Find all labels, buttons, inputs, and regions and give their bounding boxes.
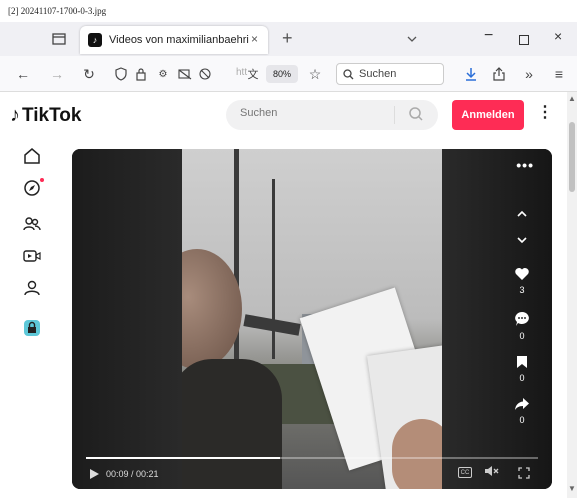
- scroll-up-icon[interactable]: ▲: [568, 94, 576, 103]
- heart-icon: [515, 268, 529, 280]
- comment-icon: [515, 312, 529, 326]
- progress-fill: [86, 457, 281, 459]
- share-icon[interactable]: [490, 65, 508, 83]
- following-icon[interactable]: [22, 214, 42, 234]
- back-arrow-icon[interactable]: ←: [14, 65, 32, 83]
- hamburger-menu-icon[interactable]: ≡: [550, 65, 568, 83]
- share-button[interactable]: 0: [504, 397, 540, 425]
- play-icon[interactable]: [88, 467, 100, 485]
- person-head: [182, 249, 242, 369]
- explore-compass-icon[interactable]: [22, 178, 42, 198]
- video-blur-left: [72, 149, 182, 489]
- lock-app-icon[interactable]: [22, 318, 42, 338]
- tabs-dropdown-chevron-icon[interactable]: [406, 31, 418, 49]
- next-video-button[interactable]: [504, 235, 540, 245]
- reload-icon[interactable]: ↻: [80, 65, 98, 83]
- save-count: 0: [519, 373, 525, 383]
- like-count: 3: [519, 285, 525, 295]
- bookmark-star-icon[interactable]: ☆: [306, 65, 324, 83]
- browser-nav-bar: ← → ↻ ⚙ htt 文 80% ☆ Suchen » ≡: [0, 56, 577, 92]
- browser-search-label: Suchen: [359, 68, 397, 80]
- window-maximize-button[interactable]: [519, 35, 529, 45]
- search-divider: [394, 106, 395, 124]
- share-count: 0: [519, 415, 525, 425]
- bookmark-icon: [517, 356, 527, 368]
- video-more-options-icon[interactable]: •••: [516, 157, 534, 173]
- mute-icon[interactable]: [484, 465, 500, 480]
- profile-icon[interactable]: [22, 278, 42, 298]
- tiktok-favicon-icon: ♪: [88, 33, 102, 47]
- tiktok-logo[interactable]: ♪ TikTok: [10, 104, 81, 127]
- pole-thin: [272, 179, 275, 359]
- fullscreen-icon[interactable]: [518, 466, 530, 484]
- tiktok-sidebar: [0, 138, 56, 498]
- window-close-button[interactable]: ×: [554, 28, 562, 44]
- notification-dot: [40, 178, 44, 182]
- tiktok-note-icon: ♪: [10, 104, 20, 126]
- image-caption: [2] 20241107-1700-0-3.jpg: [8, 6, 107, 16]
- tab-title: Videos von maximilianbaehring: [109, 34, 249, 46]
- captions-icon[interactable]: CC: [458, 467, 472, 478]
- browser-tab-active[interactable]: ♪ Videos von maximilianbaehring ×: [80, 26, 268, 54]
- zoom-level-badge[interactable]: 80%: [266, 65, 298, 83]
- screenshot: [2] 20241107-1700-0-3.jpg ♪ Videos von m…: [0, 0, 577, 498]
- new-tab-button[interactable]: +: [282, 28, 293, 49]
- live-icon[interactable]: [22, 246, 42, 266]
- browser-search-field[interactable]: Suchen: [336, 63, 444, 85]
- permissions-icon[interactable]: ⚙: [154, 65, 172, 83]
- tab-close-icon[interactable]: ×: [251, 32, 258, 46]
- video-frame: [182, 149, 442, 489]
- share-arrow-icon: [515, 398, 529, 410]
- lock-icon[interactable]: [132, 65, 150, 83]
- more-options-icon[interactable]: ⋮: [537, 102, 553, 122]
- tiktok-search-input[interactable]: [240, 107, 390, 119]
- chevron-up-icon: [517, 210, 527, 217]
- save-button[interactable]: 0: [504, 355, 540, 383]
- tiktok-search-bar[interactable]: [226, 100, 438, 130]
- video-time: 00:09 / 00:21: [106, 469, 159, 479]
- forward-arrow-icon[interactable]: →: [48, 65, 66, 83]
- tiktok-header: ♪ TikTok Anmelden ⋮: [0, 92, 567, 138]
- overflow-chevrons-icon[interactable]: »: [520, 65, 538, 83]
- chevron-down-icon: [517, 237, 527, 244]
- window-minimize-button[interactable]: −: [484, 27, 493, 45]
- browser-tab-strip: ♪ Videos von maximilianbaehring × + − ×: [0, 22, 577, 56]
- like-button[interactable]: 3: [504, 267, 540, 295]
- translate-icon[interactable]: 文: [244, 65, 262, 83]
- login-button[interactable]: Anmelden: [452, 100, 524, 130]
- video-player[interactable]: ••• 3 0 0 0 00:09 / 00:21 CC: [72, 149, 552, 489]
- camera-blocked-icon[interactable]: [176, 65, 194, 83]
- scroll-thumb[interactable]: [569, 122, 575, 192]
- search-icon: [343, 68, 354, 79]
- scroll-down-icon[interactable]: ▼: [568, 484, 576, 493]
- download-icon[interactable]: [462, 65, 480, 83]
- home-icon[interactable]: [22, 146, 42, 166]
- previous-video-button[interactable]: [504, 209, 540, 219]
- page-scrollbar[interactable]: ▲ ▼: [567, 92, 577, 498]
- video-controls: 00:09 / 00:21 CC: [72, 455, 552, 489]
- autoplay-blocked-icon[interactable]: [196, 65, 214, 83]
- tracking-shield-icon[interactable]: [112, 65, 130, 83]
- progress-bar[interactable]: [86, 457, 538, 459]
- tab-list-icon[interactable]: [50, 30, 68, 48]
- comment-button[interactable]: 0: [504, 311, 540, 341]
- search-icon[interactable]: [408, 106, 424, 122]
- comment-count: 0: [519, 331, 525, 341]
- tiktok-logo-text: TikTok: [22, 104, 82, 126]
